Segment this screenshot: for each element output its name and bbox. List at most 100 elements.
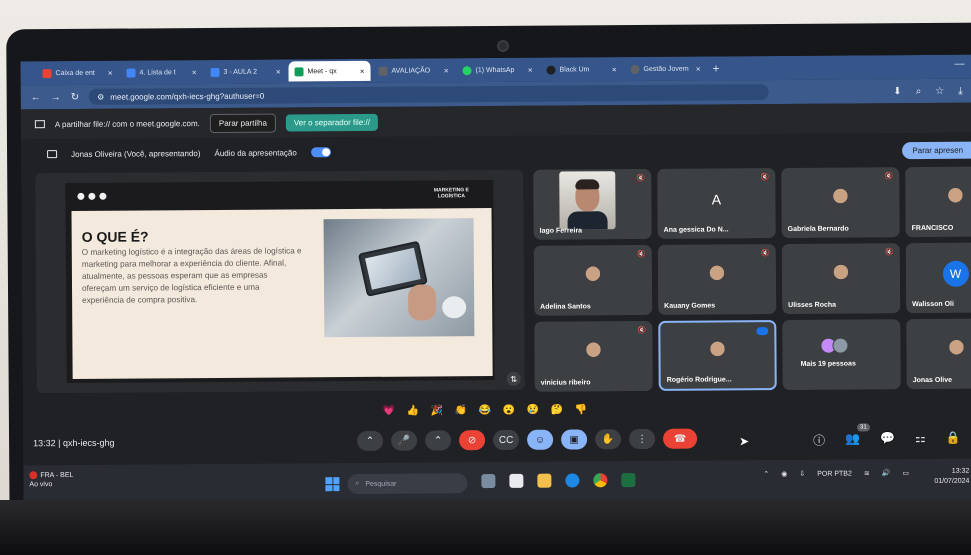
browser-tab[interactable]: Caixa de ent × bbox=[36, 63, 118, 84]
wifi-icon[interactable]: ≋ bbox=[864, 469, 870, 477]
participant-tile[interactable]: 🔇 Iago Ferreira bbox=[533, 168, 652, 240]
activities-icon[interactable]: ⚏ bbox=[915, 431, 926, 448]
file-explorer-icon[interactable] bbox=[537, 473, 552, 488]
heart-reaction-icon[interactable]: 💗 bbox=[381, 403, 397, 419]
meeting-info: 13:32 | qxh-iecs-ghg bbox=[33, 437, 115, 449]
chrome-tray-icon[interactable]: ◉ bbox=[781, 470, 787, 478]
participant-tile[interactable]: 🔇 vinicius ribeiro bbox=[534, 320, 653, 392]
browser-tab[interactable]: Black Um × bbox=[540, 59, 622, 80]
chat-icon[interactable]: 💬 bbox=[880, 431, 895, 448]
close-icon[interactable]: × bbox=[360, 66, 365, 75]
tab-label: Gestão Jovem bbox=[643, 65, 689, 73]
view-tab-button[interactable]: Ver o separador file:// bbox=[285, 113, 378, 131]
participant-name: Jonas Olive bbox=[912, 376, 953, 385]
thumbs-up-reaction-icon[interactable]: 👍 bbox=[405, 403, 421, 419]
close-icon[interactable]: × bbox=[108, 68, 113, 77]
participant-tile[interactable]: 🔇 Ulisses Rocha bbox=[781, 243, 901, 315]
bookmark-star-icon[interactable]: ☆ bbox=[935, 85, 944, 96]
host-controls-icon[interactable]: 🔒 bbox=[946, 431, 961, 448]
excel-icon[interactable] bbox=[621, 473, 636, 488]
volume-icon[interactable]: 🔊 bbox=[882, 469, 891, 477]
thumbs-down-reaction-icon[interactable]: 👎 bbox=[573, 401, 589, 417]
task-view-icon[interactable] bbox=[509, 473, 524, 488]
browser-tab[interactable]: 4. Lista de t × bbox=[120, 62, 202, 83]
meeting-details-icon[interactable]: ⓘ bbox=[813, 432, 825, 449]
participant-name: vinicius ribeiro bbox=[540, 379, 591, 387]
taskbar-search-input[interactable]: ⌕ Pesquisar bbox=[347, 473, 468, 495]
participant-name: FRANCISCO bbox=[911, 224, 954, 233]
landscape-widget-icon[interactable] bbox=[481, 474, 496, 489]
taskbar-clock[interactable]: 13:32 01/07/2024 bbox=[934, 467, 969, 487]
hang-up-icon[interactable]: ☎ bbox=[663, 428, 698, 449]
browser-tab[interactable]: Gestão Jovem × bbox=[624, 59, 706, 80]
camera-options-chevron-icon[interactable]: ⌃ bbox=[425, 430, 452, 451]
participant-tile[interactable]: 🔇 Gabriela Bernardo bbox=[781, 167, 900, 239]
new-tab-button[interactable]: + bbox=[712, 61, 719, 75]
pin-icon[interactable]: ⇅ bbox=[506, 371, 521, 386]
close-icon[interactable]: × bbox=[528, 65, 533, 74]
people-icon[interactable]: 👥 bbox=[845, 431, 860, 448]
close-icon[interactable]: × bbox=[276, 67, 281, 76]
audio-toggle[interactable] bbox=[310, 147, 331, 158]
participant-tile[interactable]: 🔇 Adelina Santos bbox=[533, 244, 653, 316]
emoji-icon[interactable]: ☺ bbox=[527, 429, 554, 450]
tray-chevron-icon[interactable]: ⌃ bbox=[763, 470, 769, 478]
minimize-icon[interactable]: — bbox=[954, 59, 964, 70]
browser-tab-active[interactable]: Meet - qx × bbox=[288, 60, 371, 82]
language-indicator[interactable]: POR PTB2 bbox=[817, 470, 852, 477]
sad-reaction-icon[interactable]: 😢 bbox=[525, 402, 541, 418]
chrome-icon[interactable] bbox=[593, 473, 608, 488]
more-participants-tile[interactable]: Mais 19 pessoas bbox=[782, 319, 901, 391]
presenting-bar: Jonas Oliveira (Você, apresentando) Áudi… bbox=[20, 132, 971, 170]
download-icon[interactable]: ⤓ bbox=[958, 85, 962, 96]
close-icon[interactable]: × bbox=[444, 66, 449, 75]
presenter-label: Jonas Oliveira (Você, apresentando) bbox=[71, 148, 201, 159]
participant-tile-speaking[interactable]: Rogério Rodrigue... bbox=[658, 320, 777, 391]
captions-icon[interactable]: CC bbox=[493, 429, 520, 451]
clock-date: 01/07/2024 bbox=[934, 477, 970, 485]
close-icon[interactable]: × bbox=[192, 68, 197, 77]
laugh-reaction-icon[interactable]: 😂 bbox=[477, 402, 493, 418]
party-reaction-icon[interactable]: 🎉 bbox=[429, 402, 445, 418]
browser-tab[interactable]: 3 - AULA 2 × bbox=[204, 61, 286, 82]
camera-off-icon[interactable]: ⊘ bbox=[459, 430, 486, 451]
back-arrow-icon[interactable]: ← bbox=[31, 92, 41, 103]
live-widget[interactable]: FRA - BEL Ao vivo bbox=[29, 471, 73, 489]
mic-icon[interactable]: 🎤 bbox=[391, 430, 418, 451]
participant-tile[interactable]: A 🔇 Ana gessica Do N... bbox=[657, 168, 776, 239]
reload-icon[interactable]: ↻ bbox=[71, 91, 79, 102]
mic-off-icon: 🔇 bbox=[636, 174, 646, 183]
participant-tile[interactable]: W Walisson Oli bbox=[905, 242, 971, 314]
surprised-reaction-icon[interactable]: 😮 bbox=[501, 402, 517, 418]
zoom-icon[interactable]: ⌕ bbox=[916, 86, 922, 97]
system-tray: ⌃ ◉ ⇩ POR PTB2 ≋ 🔊 ▭ bbox=[763, 469, 909, 478]
site-info-icon[interactable]: ⚙ bbox=[97, 92, 104, 101]
browser-tab[interactable]: AVALIAÇÃO × bbox=[372, 60, 454, 81]
mic-options-chevron-icon[interactable]: ⌃ bbox=[357, 430, 384, 451]
edge-icon[interactable] bbox=[565, 473, 580, 488]
thinking-reaction-icon[interactable]: 🤔 bbox=[549, 402, 565, 418]
usb-icon[interactable]: ⇩ bbox=[799, 470, 805, 478]
battery-icon[interactable]: ▭ bbox=[902, 469, 909, 477]
slide-dots bbox=[77, 192, 107, 200]
participant-tile[interactable]: 🔇 Kauany Gomes bbox=[657, 244, 777, 315]
raise-hand-icon[interactable]: ✋ bbox=[595, 429, 622, 450]
location-pin-icon[interactable]: ⬇ bbox=[893, 86, 901, 97]
close-icon[interactable]: × bbox=[696, 64, 701, 73]
mic-off-icon: 🔇 bbox=[637, 326, 647, 335]
close-icon[interactable]: × bbox=[612, 65, 617, 74]
browser-tab[interactable]: (1) WhatsAp × bbox=[456, 60, 538, 81]
mic-off-icon: 🔇 bbox=[761, 250, 770, 258]
more-options-icon[interactable]: ⋮ bbox=[629, 428, 656, 450]
forward-arrow-icon[interactable]: → bbox=[51, 92, 61, 103]
present-now-icon[interactable]: ▣ bbox=[561, 429, 588, 450]
clock-time: 13:32 bbox=[951, 467, 970, 475]
tab-favicon-icon bbox=[546, 65, 556, 75]
stop-sharing-button[interactable]: Parar partilha bbox=[209, 113, 276, 133]
url-input[interactable]: ⚙ meet.google.com/qxh-iecs-ghg?authuser=… bbox=[89, 84, 770, 105]
stop-presenting-button[interactable]: Parar apresen bbox=[902, 141, 971, 160]
participant-tile[interactable]: Jonas Olive bbox=[906, 318, 971, 390]
windows-start-icon[interactable] bbox=[325, 477, 340, 492]
participant-tile[interactable]: FRANCISCO bbox=[905, 166, 971, 238]
clap-reaction-icon[interactable]: 👏 bbox=[453, 402, 469, 418]
